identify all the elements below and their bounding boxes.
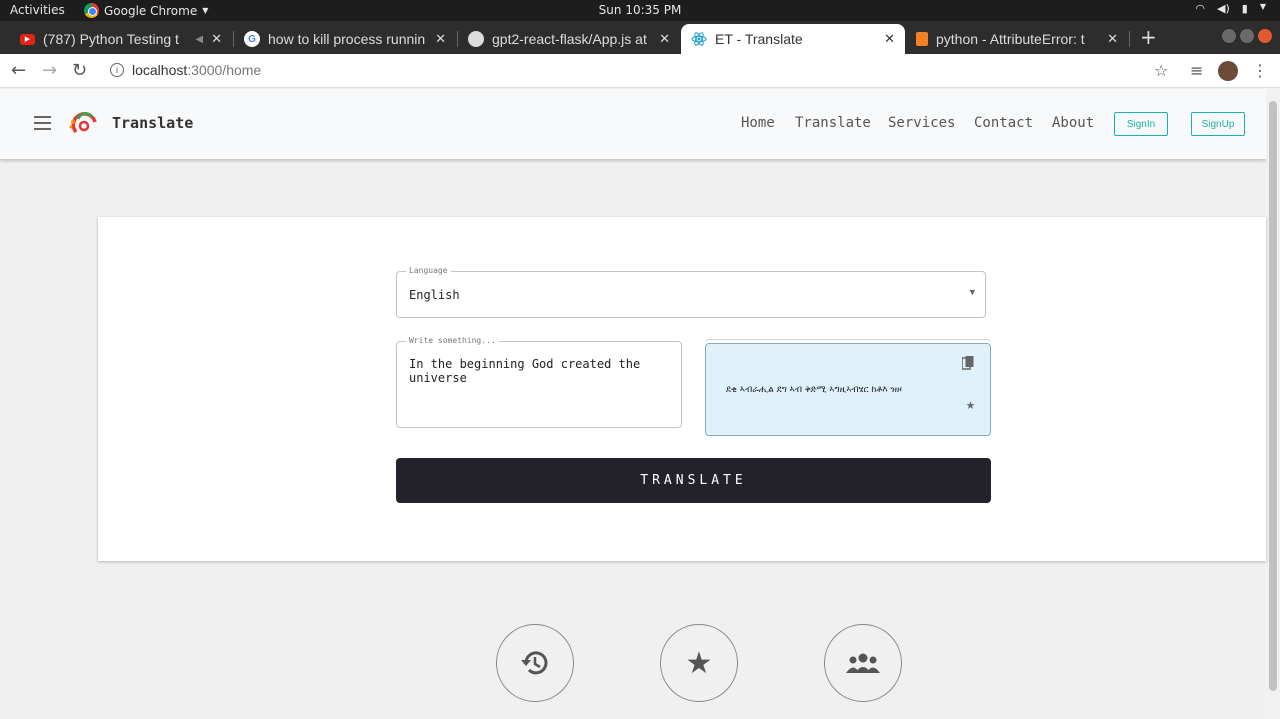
menu-dots-icon[interactable]: ⋮ (1252, 61, 1268, 80)
volume-icon: ◀) (1217, 2, 1230, 15)
favorite-star-icon[interactable]: ★ (966, 395, 975, 413)
nav-link-home[interactable]: Home (741, 115, 775, 131)
source-text-value[interactable]: In the beginning God created the univers… (409, 357, 669, 385)
history-button[interactable] (496, 624, 574, 702)
url-path: :3000/home (187, 62, 262, 78)
favorites-button[interactable]: ★ (660, 624, 738, 702)
history-icon (521, 651, 548, 675)
browser-tab[interactable]: G how to kill process runnin ✕ (234, 24, 456, 54)
dropdown-arrow-icon[interactable]: ▼ (970, 288, 975, 298)
translate-logo (69, 112, 97, 134)
close-icon[interactable]: ✕ (435, 31, 446, 47)
reload-icon[interactable]: ↻ (72, 60, 87, 81)
chevron-down-icon: ▼ (1259, 2, 1266, 11)
tab-title: ET - Translate (715, 31, 803, 47)
chrome-icon (84, 3, 99, 18)
hamburger-menu-icon[interactable] (34, 116, 51, 134)
signup-button[interactable]: SignUp (1191, 112, 1245, 136)
chevron-down-icon: ▼ (202, 6, 209, 15)
react-icon (691, 31, 707, 47)
window-controls (1222, 29, 1272, 43)
star-icon: ★ (685, 646, 713, 680)
github-icon (468, 31, 484, 47)
tab-strip: ▶ (787) Python Testing t ◀ ✕ G how to ki… (0, 21, 1280, 54)
community-button[interactable] (824, 624, 902, 702)
url-field[interactable]: i localhost:3000/home (110, 62, 261, 78)
wifi-icon: ◠ (1195, 2, 1206, 15)
app-name: Google Chrome (104, 3, 198, 18)
forward-icon[interactable]: → (42, 60, 57, 81)
app-menu[interactable]: Google Chrome ▼ (84, 3, 208, 18)
browser-tab[interactable]: ▶ (787) Python Testing t ◀ ✕ (10, 24, 232, 54)
back-icon[interactable]: ← (11, 60, 26, 81)
google-icon: G (244, 31, 260, 47)
tab-title: gpt2-react-flask/App.js at (492, 31, 647, 47)
media-queue-icon[interactable]: ≡ (1190, 61, 1203, 80)
nav-link-about[interactable]: About (1052, 115, 1094, 131)
brand-title[interactable]: Translate (112, 114, 193, 132)
language-value: English (409, 288, 460, 302)
info-icon[interactable]: i (110, 63, 124, 77)
stackoverflow-icon (916, 32, 928, 46)
app-navbar: Translate Home Translate Services Contac… (0, 89, 1266, 159)
os-top-bar: Activities Google Chrome ▼ Sun 10:35 PM … (0, 0, 1280, 21)
new-tab-button[interactable]: + (1140, 25, 1157, 49)
tab-title: python - AttributeError: t (936, 31, 1085, 47)
language-select[interactable]: Language English ▼ (396, 266, 986, 318)
battery-icon: ▮ (1241, 2, 1248, 15)
tab-title: how to kill process runnin (268, 31, 426, 47)
system-tray[interactable]: ◠ ◀) ▮ ▼ (1195, 2, 1266, 15)
activities-button[interactable]: Activities (10, 3, 65, 17)
tab-title: (787) Python Testing t (43, 31, 179, 47)
url-host: localhost (132, 62, 188, 78)
close-icon[interactable]: ✕ (659, 31, 670, 47)
source-text-input[interactable]: Write something... In the beginning God … (396, 336, 682, 428)
signin-button[interactable]: SignIn (1114, 112, 1168, 136)
youtube-icon: ▶ (20, 33, 35, 45)
address-bar: ← → ↻ i localhost:3000/home ☆ ≡ ⋮ (0, 54, 1280, 88)
browser-tab[interactable]: python - AttributeError: t ✕ (906, 24, 1128, 54)
translation-text: ደቂ ኣብራሒል ደግ ኣብ ቅድሚ ኣግዚኣብሄር ከቶእ ዝዞ (726, 385, 902, 395)
tab-separator (1129, 31, 1130, 47)
nav-link-translate[interactable]: Translate (795, 115, 871, 131)
translate-button[interactable]: TRANSLATE (396, 458, 991, 503)
language-label: Language (406, 266, 451, 275)
mute-icon[interactable]: ◀ (195, 34, 203, 45)
copy-icon[interactable] (962, 356, 974, 370)
translation-output: ደቂ ኣብራሒል ደግ ኣብ ቅድሚ ኣግዚኣብሄር ከቶእ ዝዞ ★ (705, 343, 991, 436)
browser-tab-active[interactable]: ET - Translate ✕ (681, 24, 905, 54)
page-scrollbar[interactable] (1266, 89, 1280, 719)
group-icon (846, 653, 880, 673)
minimize-icon[interactable] (1222, 29, 1236, 43)
browser-tab[interactable]: gpt2-react-flask/App.js at ✕ (458, 24, 680, 54)
close-icon[interactable]: ✕ (211, 31, 222, 47)
bookmark-star-icon[interactable]: ☆ (1154, 61, 1168, 80)
avatar[interactable] (1218, 61, 1238, 81)
scrollbar-thumb[interactable] (1269, 101, 1277, 691)
nav-link-services[interactable]: Services (888, 115, 955, 131)
translate-card: Language English ▼ Write something... In… (98, 217, 1266, 561)
source-text-label: Write something... (406, 336, 499, 345)
close-icon[interactable]: ✕ (884, 31, 895, 47)
maximize-icon[interactable] (1240, 29, 1254, 43)
nav-link-contact[interactable]: Contact (974, 115, 1033, 131)
close-icon[interactable]: ✕ (1107, 31, 1118, 47)
close-window-icon[interactable] (1258, 29, 1272, 43)
